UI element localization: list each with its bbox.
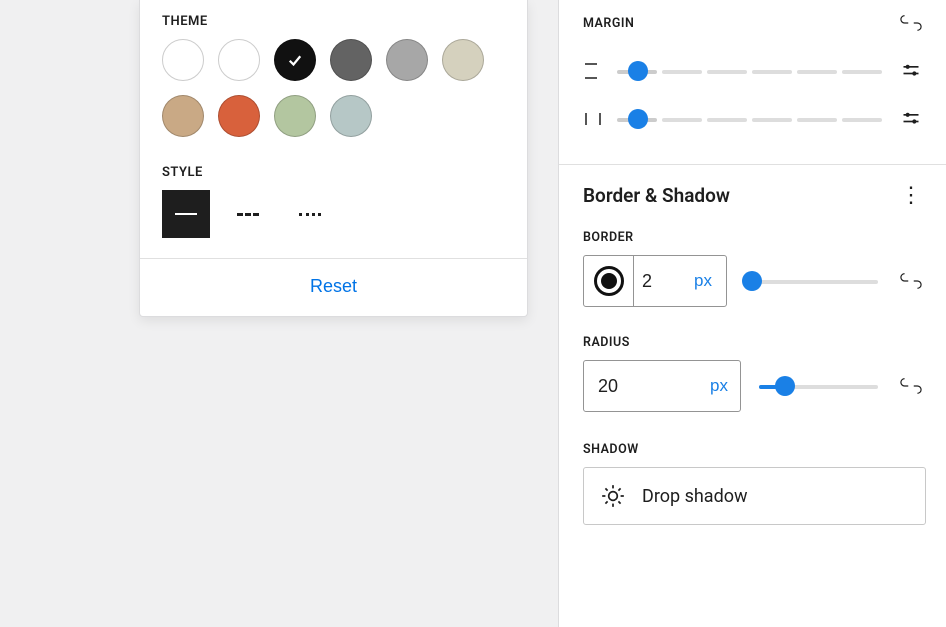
popup-footer: Reset — [140, 258, 527, 316]
slider-thumb[interactable] — [628, 109, 648, 129]
radius-label: RADIUS — [583, 335, 926, 350]
border-color-button[interactable] — [584, 256, 634, 306]
radius-link-button[interactable] — [896, 371, 926, 401]
sliders-icon — [901, 109, 921, 129]
horizontal-axis-icon — [583, 109, 603, 129]
check-icon — [275, 40, 315, 80]
style-row — [162, 190, 505, 238]
margin-vertical-slider[interactable] — [617, 61, 882, 81]
sliders-icon — [901, 61, 921, 81]
unlink-icon — [900, 375, 922, 397]
border-unit-button[interactable]: px — [690, 256, 726, 306]
scrollbar-gutter[interactable]: ▾ — [558, 0, 559, 620]
panel-options-button[interactable]: ⋮ — [896, 183, 926, 208]
theme-swatch-tan[interactable] — [162, 95, 204, 137]
settings-sidebar: ▾ MARGIN — [558, 0, 946, 627]
border-width-slider[interactable] — [745, 271, 878, 291]
theme-swatch-white[interactable] — [162, 39, 204, 81]
radius-input[interactable] — [596, 375, 656, 398]
radius-input-box: px — [583, 360, 741, 412]
theme-swatch-slate[interactable] — [330, 95, 372, 137]
dotted-line-icon — [299, 213, 321, 216]
border-field-row: px — [583, 255, 926, 307]
theme-swatch-grid — [162, 39, 505, 137]
line-style-solid[interactable] — [162, 190, 210, 238]
line-style-dotted[interactable] — [286, 190, 334, 238]
radius-unit-button[interactable]: px — [706, 376, 728, 396]
scroll-down-arrow[interactable]: ▾ — [558, 605, 559, 620]
reset-button[interactable]: Reset — [304, 275, 363, 298]
border-combo: px — [583, 255, 727, 307]
radius-slider[interactable] — [759, 376, 878, 396]
theme-swatch-dark-grey[interactable] — [330, 39, 372, 81]
border-shadow-panel-title: Border & Shadow — [583, 184, 730, 207]
shadow-button-label: Drop shadow — [642, 486, 748, 507]
slider-thumb[interactable] — [775, 376, 795, 396]
theme-swatch-orange[interactable] — [218, 95, 260, 137]
border-link-button[interactable] — [896, 266, 926, 296]
popup-body: THEME STYLE — [140, 0, 527, 258]
border-width-input[interactable] — [634, 256, 690, 306]
margin-horizontal-row — [583, 104, 926, 134]
solid-line-icon — [175, 213, 197, 215]
dashed-line-icon — [237, 213, 259, 216]
margin-vertical-settings-button[interactable] — [896, 56, 926, 86]
unlink-icon — [900, 270, 922, 292]
theme-swatch-black[interactable] — [274, 39, 316, 81]
border-label: BORDER — [583, 230, 926, 245]
vertical-axis-icon — [583, 61, 603, 81]
drop-shadow-button[interactable]: Drop shadow — [583, 467, 926, 525]
color-style-popup: THEME STYLE Reset — [139, 0, 528, 317]
theme-label: THEME — [162, 14, 505, 29]
link-sides-button[interactable] — [896, 8, 926, 38]
shadow-label: SHADOW — [583, 442, 926, 457]
radius-field-row: px — [583, 360, 926, 412]
slider-thumb[interactable] — [628, 61, 648, 81]
theme-swatch-white-alt[interactable] — [218, 39, 260, 81]
margin-vertical-row — [583, 56, 926, 86]
border-color-swatch — [594, 266, 624, 296]
margin-horizontal-settings-button[interactable] — [896, 104, 926, 134]
margin-horizontal-slider[interactable] — [617, 109, 882, 129]
style-label: STYLE — [162, 165, 505, 180]
unlink-icon — [900, 12, 922, 34]
shadow-icon — [600, 483, 626, 509]
theme-swatch-beige[interactable] — [442, 39, 484, 81]
theme-swatch-sage[interactable] — [274, 95, 316, 137]
margin-label: MARGIN — [583, 16, 634, 31]
theme-swatch-grey[interactable] — [386, 39, 428, 81]
slider-thumb[interactable] — [742, 271, 762, 291]
line-style-dashed[interactable] — [224, 190, 272, 238]
